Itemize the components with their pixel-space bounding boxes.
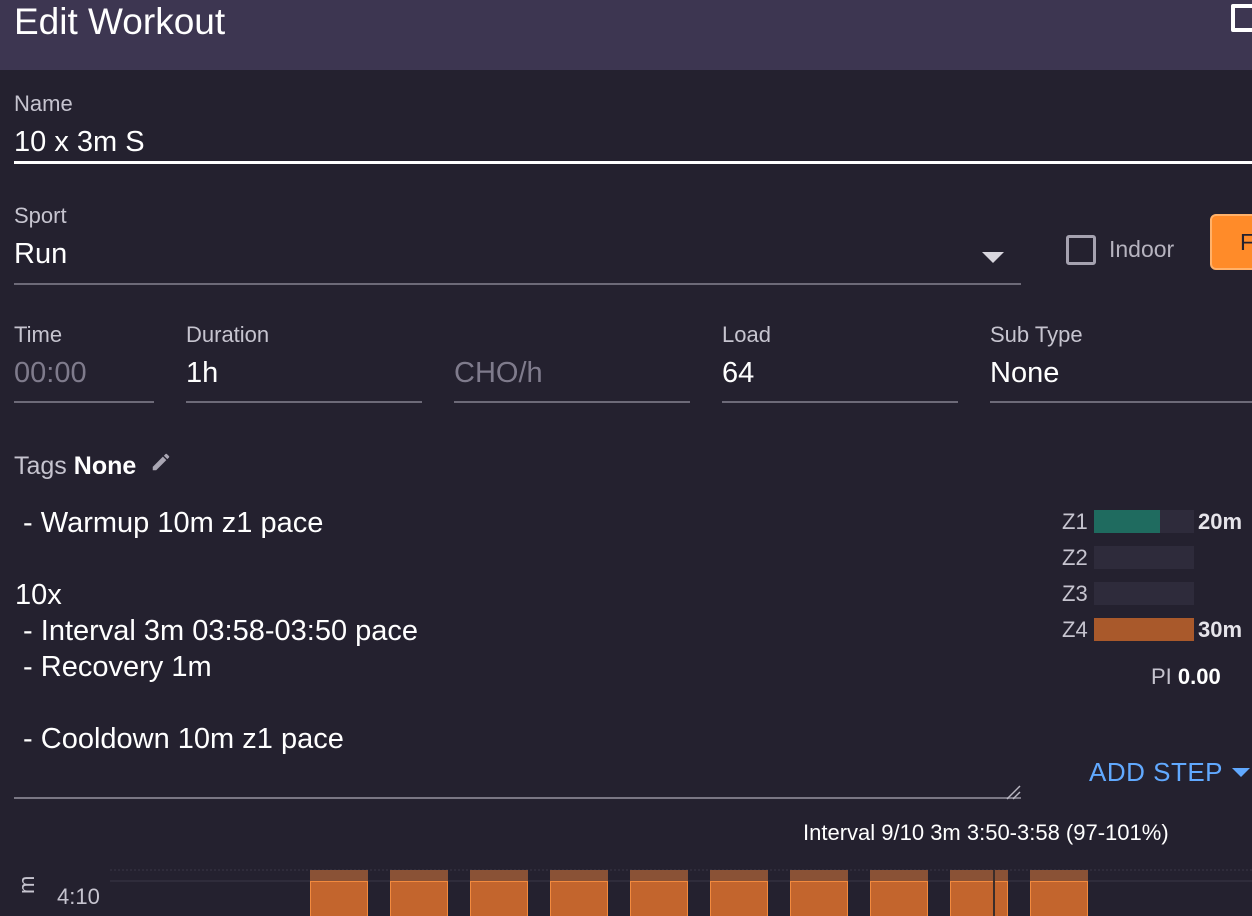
pi-readout: PI 0.00 (1151, 664, 1221, 690)
subtype-select[interactable]: None (990, 356, 1059, 390)
pencil-icon[interactable] (150, 451, 172, 473)
zone-track (1094, 546, 1194, 569)
duration-label: Duration (186, 322, 270, 347)
tags-label: Tags (14, 452, 67, 480)
chart-tooltip: Interval 9/10 3m 3:50-3:58 (97-101%) (803, 820, 1169, 845)
pi-value: 0.00 (1177, 664, 1221, 689)
interval-bar-cap (630, 870, 688, 882)
zone-bar (1094, 510, 1160, 533)
time-underline (14, 401, 154, 403)
add-step-button[interactable]: ADD STEP (1089, 757, 1223, 788)
tags-value: None (73, 452, 137, 480)
cho-input[interactable]: CHO/h (454, 356, 543, 390)
chevron-down-icon[interactable] (982, 252, 1004, 263)
duration-underline (186, 401, 422, 403)
name-input[interactable]: 10 x 3m S (14, 125, 145, 159)
interval-bar-cap (950, 870, 1008, 882)
pi-label: PI (1151, 664, 1172, 689)
name-underline (14, 161, 1252, 164)
description-underline (14, 797, 1021, 799)
interval-bar-cap (550, 870, 608, 882)
interval-bar[interactable] (950, 881, 1008, 916)
interval-bar-cap (470, 870, 528, 882)
cho-underline (454, 401, 690, 403)
load-label: Load (722, 322, 771, 347)
indoor-checkbox[interactable] (1066, 235, 1096, 265)
zone-track (1094, 510, 1194, 533)
indoor-label[interactable]: Indoor (1109, 236, 1174, 263)
workout-chart[interactable] (0, 850, 1252, 916)
interval-bar[interactable] (470, 881, 528, 916)
sport-underline (14, 283, 1021, 285)
sport-label: Sport (14, 203, 67, 228)
zone-label: Z3 (1062, 581, 1088, 606)
y-axis-label: m (14, 875, 39, 894)
y-tick-label: 4:10 (57, 884, 100, 909)
time-input[interactable]: 00:00 (14, 356, 87, 390)
interval-bar[interactable] (550, 881, 608, 916)
name-label: Name (14, 91, 73, 116)
subtype-label: Sub Type (990, 322, 1083, 347)
resize-handle-icon[interactable] (1003, 782, 1021, 800)
interval-bar-cap (710, 870, 768, 882)
interval-bar[interactable] (870, 881, 928, 916)
interval-bar[interactable] (310, 881, 368, 916)
zone-bar (1094, 618, 1194, 641)
interval-bar[interactable] (710, 881, 768, 916)
interval-bar-cap (1030, 870, 1088, 882)
orange-action-button[interactable]: F (1210, 214, 1252, 270)
zone-track (1094, 618, 1194, 641)
time-label: Time (14, 322, 63, 347)
zone-label: Z4 (1062, 617, 1088, 642)
interval-bar[interactable] (1030, 881, 1088, 916)
zone-duration: 30m (1198, 617, 1243, 642)
sport-select[interactable]: Run (14, 237, 67, 271)
load-underline (722, 401, 958, 403)
add-step-chevron-down-icon[interactable] (1232, 768, 1250, 777)
load-input[interactable]: 64 (722, 356, 754, 390)
interval-bar[interactable] (390, 881, 448, 916)
subtype-underline (990, 401, 1252, 403)
zone-track (1094, 582, 1194, 605)
title-bar: Edit Workout (0, 0, 1252, 70)
interval-bar-cap (390, 870, 448, 882)
maximize-icon[interactable] (1231, 4, 1252, 32)
interval-bar-cap (790, 870, 848, 882)
interval-bar[interactable] (630, 881, 688, 916)
orange-action-button-label: F (1240, 229, 1252, 255)
duration-input[interactable]: 1h (186, 356, 218, 390)
interval-bar-cap (870, 870, 928, 882)
zone-duration: 20m (1198, 509, 1243, 534)
interval-bar-cap (310, 870, 368, 882)
zone-label: Z1 (1062, 509, 1088, 534)
tags-row: Tags None (14, 452, 136, 481)
zone-label: Z2 (1062, 545, 1088, 570)
description-textarea[interactable]: - Warmup 10m z1 pace 10x - Interval 3m 0… (15, 505, 1015, 757)
window-title: Edit Workout (14, 1, 226, 42)
interval-bar[interactable] (790, 881, 848, 916)
